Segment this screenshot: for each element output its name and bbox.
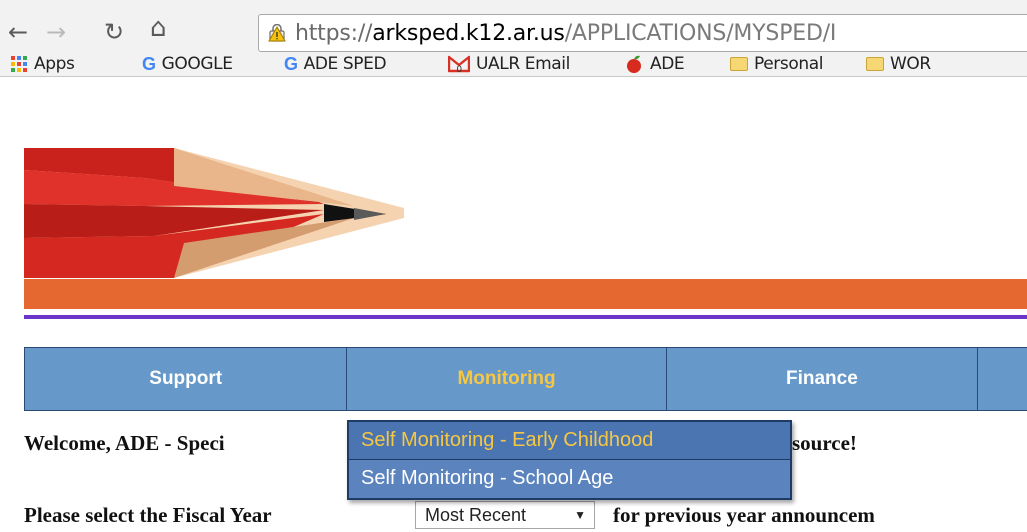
bookmark-label: Apps xyxy=(34,54,75,74)
lock-warning-icon xyxy=(268,24,286,42)
apple-icon xyxy=(627,55,641,73)
url-host: arksped.k12.ar.us xyxy=(372,21,565,46)
back-arrow-icon[interactable]: ← xyxy=(8,20,28,44)
bookmark-personal[interactable]: Personal xyxy=(730,53,823,75)
nav-item-support[interactable]: Support xyxy=(25,348,348,410)
google-icon: G xyxy=(284,53,298,74)
bookmark-label: Personal xyxy=(754,54,824,74)
url-text: https://arksped.k12.ar.us/APPLICATIONS/M… xyxy=(295,21,836,46)
gmail-icon: 0 xyxy=(448,55,470,73)
bookmark-apps[interactable]: Apps xyxy=(10,53,75,75)
fiscal-year-suffix: for previous year announcem xyxy=(613,503,875,527)
pencil-banner-image xyxy=(24,148,404,278)
bookmark-ualr-email[interactable]: 0 UALR Email xyxy=(448,53,570,75)
forward-arrow-icon[interactable]: → xyxy=(46,20,66,44)
banner-purple-line xyxy=(24,315,1027,319)
submenu-item-early-childhood[interactable]: Self Monitoring - Early Childhood xyxy=(349,422,790,460)
bookmark-label: ADE xyxy=(650,54,685,74)
nav-item-label: Finance xyxy=(786,368,858,389)
home-icon[interactable]: ⌂ xyxy=(150,15,167,41)
folder-icon xyxy=(730,57,748,71)
address-bar[interactable]: https://arksped.k12.ar.us/APPLICATIONS/M… xyxy=(258,14,1027,52)
main-nav: Support Monitoring Finance xyxy=(24,347,1027,411)
fiscal-year-prompt: Please select the Fiscal Year xyxy=(24,503,272,527)
fiscal-year-select[interactable]: Most Recent ▼ xyxy=(415,501,595,529)
monitoring-submenu: Self Monitoring - Early Childhood Self M… xyxy=(347,420,792,500)
bookmark-label: ADE SPED xyxy=(303,54,387,74)
bookmark-ade-sped[interactable]: G ADE SPED xyxy=(284,53,387,75)
google-icon: G xyxy=(142,53,156,74)
nav-item-more[interactable] xyxy=(978,348,1027,410)
bookmark-ade[interactable]: ADE xyxy=(624,53,685,75)
dropdown-arrow-icon: ▼ xyxy=(574,508,586,522)
nav-item-label: Monitoring xyxy=(457,368,556,389)
bookmarks-bar: Apps G GOOGLE G ADE SPED 0 UALR Email AD… xyxy=(0,50,1027,76)
bookmark-label: GOOGLE xyxy=(161,54,233,74)
nav-item-finance[interactable]: Finance xyxy=(667,348,979,410)
bookmark-google[interactable]: G GOOGLE xyxy=(142,53,233,75)
svg-text:0: 0 xyxy=(456,65,462,73)
banner-orange-bar xyxy=(24,279,1027,309)
folder-icon xyxy=(866,57,884,71)
bookmark-wor[interactable]: WOR xyxy=(866,53,931,75)
nav-item-monitoring[interactable]: Monitoring xyxy=(347,348,667,410)
submenu-item-school-age[interactable]: Self Monitoring - School Age xyxy=(349,460,790,498)
bookmark-label: UALR Email xyxy=(476,54,570,74)
url-scheme: https:// xyxy=(295,21,373,46)
apps-grid-icon xyxy=(11,56,27,72)
fiscal-year-selected-value: Most Recent xyxy=(425,505,527,525)
reload-icon[interactable]: ↻ xyxy=(104,20,124,44)
nav-item-label: Support xyxy=(149,368,223,389)
url-path: /APPLICATIONS/MYSPED/I xyxy=(564,21,837,46)
welcome-text: Welcome, ADE - Speci xyxy=(24,431,225,455)
browser-toolbar: ← → ↻ ⌂ https://arksped.k12.ar.us/APPLIC… xyxy=(0,0,1027,77)
bookmark-label: WOR xyxy=(890,54,931,74)
welcome-text-end: source! xyxy=(792,431,857,455)
